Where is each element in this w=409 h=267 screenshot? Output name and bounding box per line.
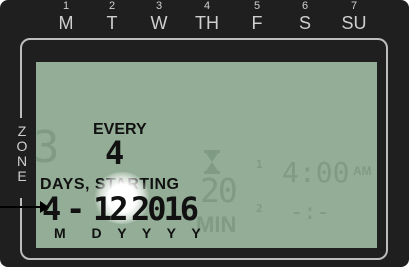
date-format-label: M D Y Y Y Y xyxy=(54,225,207,241)
start-time-1-label: 1 xyxy=(256,158,263,171)
zone-number: 3 xyxy=(33,122,60,173)
day-monday: 1M xyxy=(58,0,74,33)
duration-value: 20 xyxy=(200,171,238,210)
zone-label: Z O N E xyxy=(16,123,28,184)
start-time-1: 4:00 xyxy=(282,156,350,189)
day-saturday: 6S xyxy=(298,0,311,33)
interval-value: 4 xyxy=(105,134,125,172)
start-time-2: -:- xyxy=(290,200,330,225)
day-friday: 5F xyxy=(251,0,263,33)
date-separator: - xyxy=(66,190,86,228)
pointer-arrowhead xyxy=(40,201,49,213)
day-thursday: 4 TH xyxy=(195,0,219,33)
day-tuesday: 2T xyxy=(106,0,118,33)
controller-panel: 1M 2T 3W 4 TH 5F 6S 7 SU Z O N E 3 20 MIN … xyxy=(0,0,409,267)
pointer-line xyxy=(0,206,44,208)
start-time-1-ampm: AM xyxy=(353,164,372,178)
date-day: 12 xyxy=(93,190,128,228)
date-year: 2016 xyxy=(131,190,199,228)
day-sunday: 7 SU xyxy=(341,0,367,33)
start-time-2-label: 2 xyxy=(256,202,263,215)
day-wednesday: 3W xyxy=(150,0,168,33)
